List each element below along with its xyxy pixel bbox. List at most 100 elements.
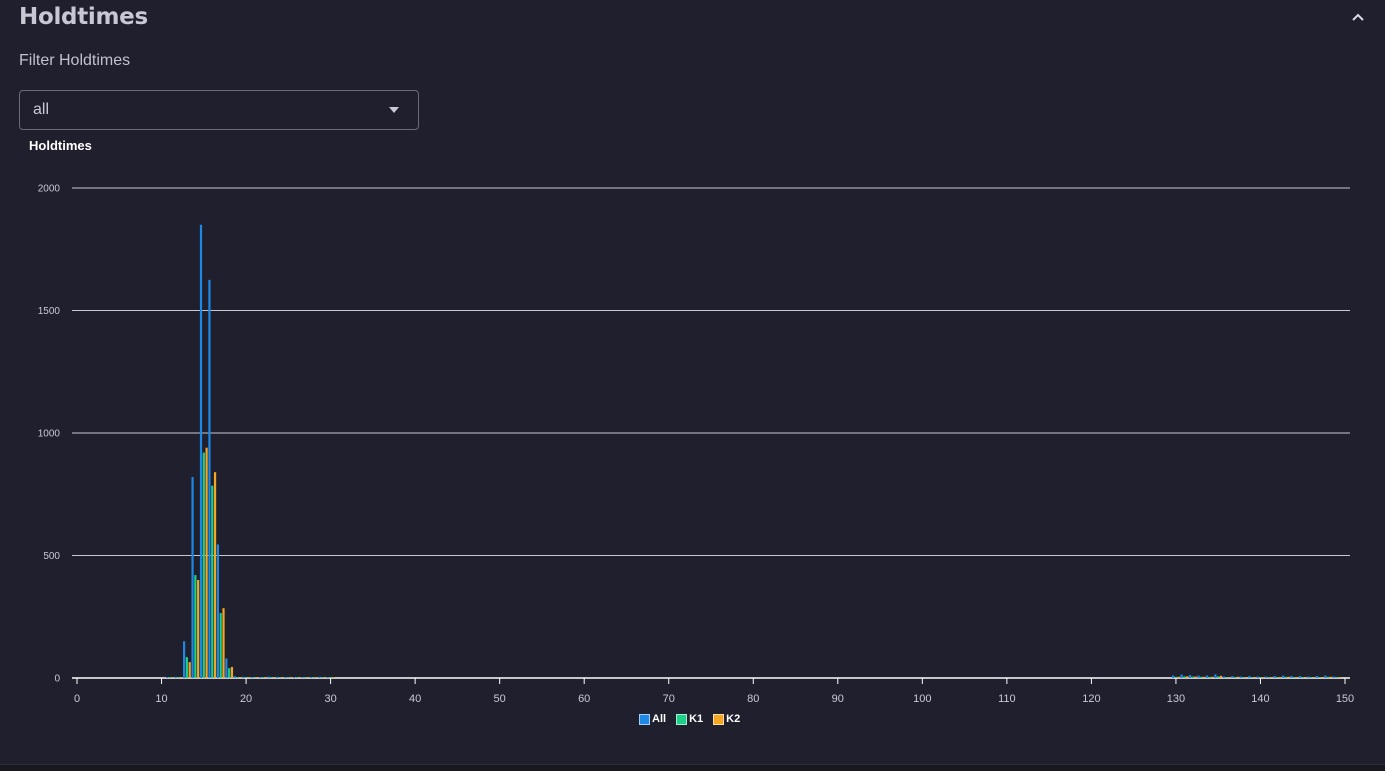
bar-all — [1307, 676, 1310, 678]
bar-k2 — [1279, 677, 1282, 678]
x-tick-label: 40 — [409, 693, 421, 705]
bar-all — [1315, 676, 1318, 678]
bar-k1 — [1267, 677, 1271, 678]
x-tick-label: 150 — [1336, 693, 1354, 705]
bar-all — [1298, 676, 1302, 678]
y-tick-label: 2000 — [38, 184, 61, 195]
bar-all — [284, 677, 287, 678]
bar-k1 — [1217, 676, 1220, 678]
bar-all — [1332, 676, 1335, 678]
x-tick-label: 0 — [74, 693, 80, 705]
bar-all — [1273, 676, 1276, 678]
bar-k1 — [287, 677, 290, 678]
legend-label: K1 — [689, 713, 704, 725]
bar-k2 — [298, 677, 301, 678]
bar-all — [1231, 676, 1234, 678]
bar-k2 — [1245, 677, 1248, 678]
bar-all — [1188, 675, 1192, 678]
bar-all — [174, 676, 177, 678]
bar-k2 — [247, 677, 250, 678]
x-tick-label: 10 — [155, 693, 167, 705]
bar-k1 — [1174, 676, 1178, 678]
x-tick-label: 130 — [1167, 693, 1185, 705]
bar-k2 — [306, 677, 310, 678]
bar-all — [208, 279, 211, 678]
legend-item-k1[interactable]: K1 — [676, 713, 703, 725]
bar-k1 — [185, 657, 188, 678]
bar-all — [242, 676, 245, 678]
bar-k1 — [228, 668, 231, 678]
legend-label: K2 — [726, 713, 741, 725]
bar-k1 — [1234, 677, 1237, 678]
x-tick-label: 100 — [913, 693, 931, 705]
bar-all — [275, 676, 279, 678]
bar-all — [191, 477, 194, 678]
x-tick-label: 140 — [1251, 693, 1269, 705]
bar-k2 — [1211, 676, 1214, 678]
bar-k1 — [1293, 677, 1296, 678]
bar-k2 — [264, 677, 267, 678]
bar-all — [1265, 676, 1268, 678]
bar-k1 — [244, 677, 248, 678]
y-tick-label: 500 — [43, 551, 60, 562]
bar-k1 — [219, 613, 222, 678]
bar-k1 — [194, 575, 197, 678]
chart-legend: All K1 K2 — [639, 713, 740, 725]
bar-all — [318, 676, 321, 678]
bar-k2 — [205, 447, 208, 678]
bar-k1 — [1191, 676, 1194, 678]
bar-all — [1205, 675, 1209, 678]
bar-k1 — [1326, 676, 1330, 678]
x-tick-label: 110 — [998, 693, 1016, 705]
bar-all — [233, 676, 236, 678]
legend-swatch — [713, 713, 725, 725]
legend-item-all[interactable]: All — [639, 713, 666, 725]
bar-k2 — [230, 666, 234, 678]
bar-k2 — [1329, 676, 1332, 678]
y-tick-label: 0 — [54, 674, 60, 685]
bar-k1 — [211, 485, 214, 678]
bar-k2 — [180, 677, 183, 678]
y-tick-label: 1000 — [38, 429, 61, 440]
bar-k1 — [321, 677, 324, 678]
bar-all — [301, 677, 304, 678]
bar-all — [259, 677, 262, 678]
bar-k1 — [1259, 677, 1262, 678]
bar-k2 — [1270, 677, 1273, 678]
y-tick-label: 1500 — [38, 306, 61, 317]
bar-k1 — [168, 677, 172, 678]
bar-all — [1239, 676, 1242, 678]
bar-k2 — [1177, 676, 1180, 678]
bar-all — [1180, 674, 1183, 678]
bar-k2 — [1253, 677, 1256, 678]
bar-k2 — [1338, 677, 1341, 678]
bar-k1 — [295, 677, 298, 678]
bar-k1 — [304, 677, 307, 678]
bar-k2 — [332, 677, 335, 678]
bar-k1 — [1276, 677, 1279, 678]
bar-k1 — [1335, 677, 1338, 678]
bar-k1 — [1183, 676, 1186, 678]
bar-all — [1214, 674, 1217, 678]
bar-all — [216, 544, 220, 678]
bar-k1 — [278, 677, 281, 678]
x-tick-label: 80 — [747, 693, 759, 705]
bar-k2 — [222, 608, 225, 678]
bar-k2 — [1186, 676, 1189, 678]
bar-all — [1248, 676, 1251, 678]
bar-k2 — [281, 677, 284, 678]
bar-all — [1197, 675, 1200, 678]
bar-all — [326, 677, 329, 678]
bar-all — [1290, 676, 1293, 678]
bar-k1 — [1250, 677, 1254, 678]
bar-k2 — [290, 677, 293, 678]
bar-k1 — [1301, 677, 1304, 678]
bar-k1 — [1318, 677, 1321, 678]
x-tick-label: 20 — [240, 693, 252, 705]
legend-item-k2[interactable]: K2 — [713, 713, 740, 725]
bar-k1 — [1284, 676, 1287, 678]
holdtimes-chart: 0 500 1000 1500 2000 0 10 20 30 40 50 60 70 80 90 100 11… — [38, 184, 1354, 706]
bar-k2 — [239, 677, 242, 678]
bar-all — [1172, 675, 1175, 678]
bar-all — [250, 677, 253, 678]
